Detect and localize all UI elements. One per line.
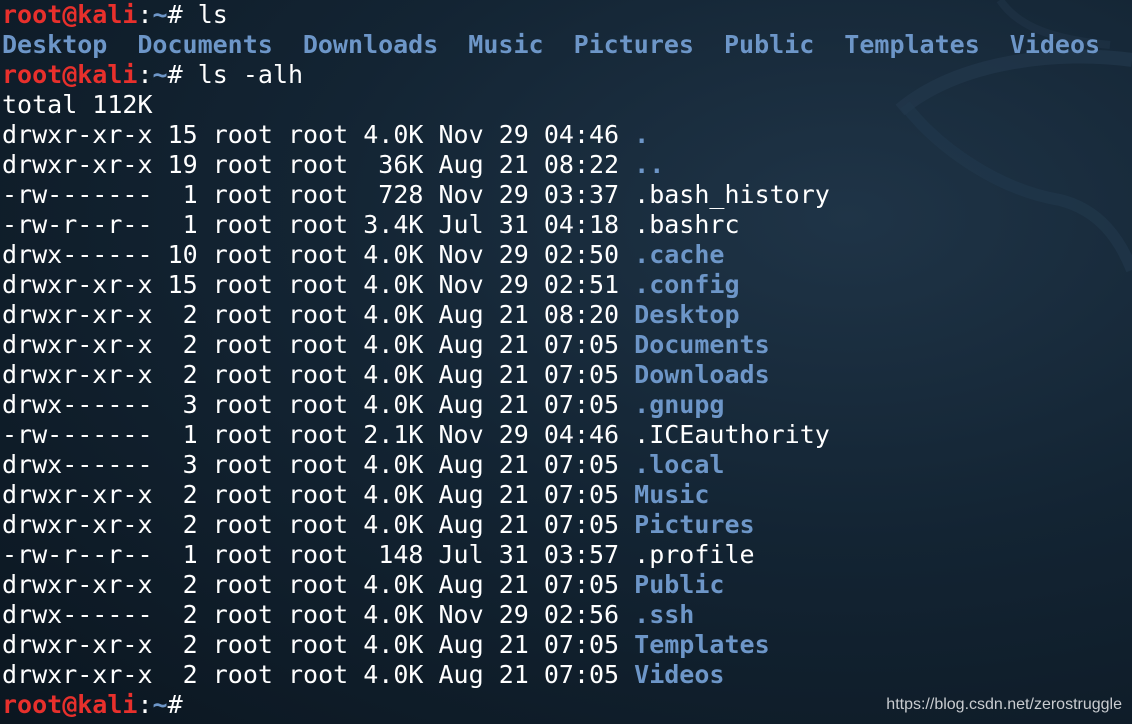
listing-row: -rw-r--r-- 1 root root 3.4K Jul 31 04:18… bbox=[2, 210, 1100, 240]
listing-row: -rw------- 1 root root 728 Nov 29 03:37 … bbox=[2, 180, 1100, 210]
total-line: total 112K bbox=[2, 90, 153, 119]
directory-name: Videos bbox=[634, 660, 725, 689]
prompt-line: root@kali:~# ls -alh bbox=[2, 60, 1100, 90]
file-metadata: drwxr-xr-x 2 root root 4.0K Aug 21 07:05 bbox=[2, 570, 635, 599]
listing-row: -rw-r--r-- 1 root root 148 Jul 31 03:57 … bbox=[2, 540, 1100, 570]
prompt-path: ~ bbox=[152, 0, 168, 29]
directory-name: Videos bbox=[1009, 30, 1101, 59]
prompt-colon: : bbox=[137, 0, 153, 29]
listing-row: drwxr-xr-x 2 root root 4.0K Aug 21 07:05… bbox=[2, 360, 1100, 390]
directory-name: Templates bbox=[634, 630, 770, 659]
file-name: .bashrc bbox=[634, 210, 740, 239]
file-metadata: -rw-r--r-- 1 root root 148 Jul 31 03:57 bbox=[2, 540, 635, 569]
listing-row: drwxr-xr-x 2 root root 4.0K Aug 21 08:20… bbox=[2, 300, 1100, 330]
directory-name: Documents bbox=[137, 30, 273, 59]
command-text: ls bbox=[197, 0, 228, 29]
directory-name: Public bbox=[723, 30, 815, 59]
file-metadata: drwx------ 10 root root 4.0K Nov 29 02:5… bbox=[2, 240, 635, 269]
file-metadata: -rw------- 1 root root 2.1K Nov 29 04:46 bbox=[2, 420, 635, 449]
file-metadata: drwxr-xr-x 15 root root 4.0K Nov 29 02:5… bbox=[2, 270, 635, 299]
directory-name: Downloads bbox=[634, 360, 770, 389]
file-metadata: -rw-r--r-- 1 root root 3.4K Jul 31 04:18 bbox=[2, 210, 635, 239]
file-metadata: drwxr-xr-x 15 root root 4.0K Nov 29 04:4… bbox=[2, 120, 635, 149]
listing-row: drwxr-xr-x 15 root root 4.0K Nov 29 02:5… bbox=[2, 270, 1100, 300]
listing-row: -rw------- 1 root root 2.1K Nov 29 04:46… bbox=[2, 420, 1100, 450]
directory-name: .config bbox=[634, 270, 740, 299]
prompt-user-host: root@kali bbox=[2, 690, 138, 719]
directory-name: Pictures bbox=[573, 30, 694, 59]
directory-name: Documents bbox=[634, 330, 770, 359]
listing-row: drwxr-xr-x 2 root root 4.0K Aug 21 07:05… bbox=[2, 480, 1100, 510]
listing-row: drwx------ 2 root root 4.0K Nov 29 02:56… bbox=[2, 600, 1100, 630]
prompt-user-host: root@kali bbox=[2, 0, 138, 29]
ls-output-line: Desktop Documents Downloads Music Pictures Pu… bbox=[2, 30, 1100, 60]
directory-name: .ssh bbox=[634, 600, 695, 629]
directory-name: Public bbox=[634, 570, 725, 599]
directory-name: Music bbox=[468, 30, 544, 59]
listing-row: drwxr-xr-x 19 root root 36K Aug 21 08:22… bbox=[2, 150, 1100, 180]
file-name: .bash_history bbox=[634, 180, 830, 209]
prompt-line: root@kali:~# ls bbox=[2, 0, 1100, 30]
file-metadata: drwx------ 3 root root 4.0K Aug 21 07:05 bbox=[2, 390, 635, 419]
directory-name: .local bbox=[634, 450, 725, 479]
csdn-watermark: https://blog.csdn.net/zerostruggle bbox=[886, 696, 1122, 713]
listing-row: drwx------ 10 root root 4.0K Nov 29 02:5… bbox=[2, 240, 1100, 270]
listing-row: drwxr-xr-x 2 root root 4.0K Aug 21 07:05… bbox=[2, 660, 1100, 690]
directory-name: Music bbox=[634, 480, 710, 509]
file-metadata: drwxr-xr-x 2 root root 4.0K Aug 21 07:05 bbox=[2, 630, 635, 659]
file-metadata: drwxr-xr-x 2 root root 4.0K Aug 21 07:05 bbox=[2, 510, 635, 539]
prompt-symbol: # bbox=[167, 0, 198, 29]
prompt-path: ~ bbox=[152, 60, 168, 89]
command-text: ls -alh bbox=[197, 60, 304, 89]
directory-name: Desktop bbox=[634, 300, 740, 329]
directory-name: Templates bbox=[844, 30, 980, 59]
file-metadata: drwx------ 2 root root 4.0K Nov 29 02:56 bbox=[2, 600, 635, 629]
file-name: .ICEauthority bbox=[634, 420, 830, 449]
prompt-colon: : bbox=[137, 60, 153, 89]
file-metadata: drwxr-xr-x 2 root root 4.0K Aug 21 08:20 bbox=[2, 300, 635, 329]
directory-name: Downloads bbox=[302, 30, 439, 59]
file-metadata: drwxr-xr-x 19 root root 36K Aug 21 08:22 bbox=[2, 150, 635, 179]
listing-row: drwx------ 3 root root 4.0K Aug 21 07:05… bbox=[2, 450, 1100, 480]
file-metadata: drwxr-xr-x 2 root root 4.0K Aug 21 07:05 bbox=[2, 480, 635, 509]
file-metadata: drwx------ 3 root root 4.0K Aug 21 07:05 bbox=[2, 450, 635, 479]
listing-row: drwx------ 3 root root 4.0K Aug 21 07:05… bbox=[2, 390, 1100, 420]
directory-name: .. bbox=[634, 150, 665, 179]
listing-row: drwxr-xr-x 2 root root 4.0K Aug 21 07:05… bbox=[2, 630, 1100, 660]
file-metadata: drwxr-xr-x 2 root root 4.0K Aug 21 07:05 bbox=[2, 360, 635, 389]
listing-row: drwxr-xr-x 15 root root 4.0K Nov 29 04:4… bbox=[2, 120, 1100, 150]
terminal-window[interactable]: root@kali:~# ls Desktop Documents Downloads… bbox=[2, 0, 1100, 720]
file-metadata: -rw------- 1 root root 728 Nov 29 03:37 bbox=[2, 180, 635, 209]
listing-row: drwxr-xr-x 2 root root 4.0K Aug 21 07:05… bbox=[2, 510, 1100, 540]
directory-name: Desktop bbox=[2, 30, 108, 59]
listing-row: drwxr-xr-x 2 root root 4.0K Aug 21 07:05… bbox=[2, 570, 1100, 600]
prompt-symbol: # bbox=[167, 690, 198, 719]
file-name: .profile bbox=[634, 540, 755, 569]
directory-name: .cache bbox=[634, 240, 725, 269]
prompt-user-host: root@kali bbox=[2, 60, 138, 89]
prompt-symbol: # bbox=[167, 60, 198, 89]
directory-name: . bbox=[634, 120, 650, 149]
directory-name: Pictures bbox=[634, 510, 755, 539]
listing-row: drwxr-xr-x 2 root root 4.0K Aug 21 07:05… bbox=[2, 330, 1100, 360]
prompt-colon: : bbox=[137, 690, 153, 719]
file-metadata: drwxr-xr-x 2 root root 4.0K Aug 21 07:05 bbox=[2, 330, 635, 359]
prompt-path: ~ bbox=[152, 690, 168, 719]
file-metadata: drwxr-xr-x 2 root root 4.0K Aug 21 07:05 bbox=[2, 660, 635, 689]
directory-name: .gnupg bbox=[634, 390, 725, 419]
